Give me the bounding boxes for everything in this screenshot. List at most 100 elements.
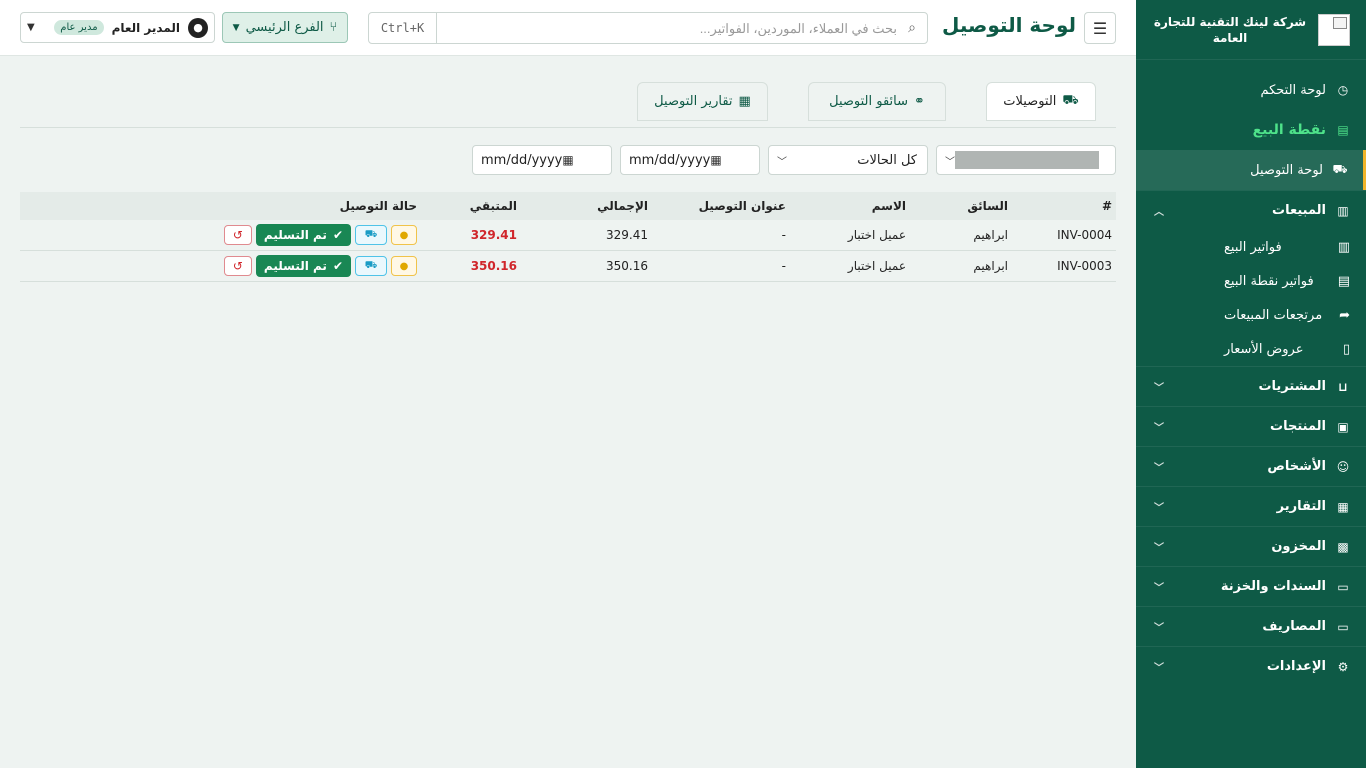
search-input[interactable] (437, 20, 897, 36)
column-header-remaining: المتبقي (469, 199, 517, 213)
sidebar-item-sales[interactable]: ▥ المبيعات ︿ (1136, 190, 1366, 230)
column-header-address: عنوان التوصيل (698, 199, 786, 213)
sidebar-item-settings[interactable]: ⚙ الإعدادات ﹀ (1136, 646, 1366, 686)
sidebar-item-pos[interactable]: ▤ نقطة البيع (1136, 110, 1366, 150)
tab-label: التوصيلات (1003, 94, 1057, 109)
sidebar-item-sales-invoices[interactable]: ▥ فواتير البيع (1136, 230, 1366, 264)
sidebar-item-quotations[interactable]: ▯ عروض الأسعار (1136, 332, 1366, 366)
driver-filter-select[interactable]: ﹀ (936, 145, 1116, 175)
cash-register-icon: ▤ (1337, 123, 1349, 137)
undo-button[interactable]: ↺ (223, 256, 252, 276)
caret-down-icon: ▼ (232, 22, 240, 33)
truck-icon: ⛟ (364, 228, 378, 240)
date-from-placeholder: mm/dd/yyyy (481, 152, 563, 168)
users-icon: ☺ (1336, 459, 1350, 474)
sidebar-item-delivery-board[interactable]: ⛟ لوحة التوصيل (1136, 150, 1366, 190)
undo-button[interactable]: ↺ (223, 225, 252, 245)
cart-icon: ⊔ (1338, 379, 1348, 394)
truck-fast-icon: ⛟ (1332, 162, 1348, 176)
clock-icon: ● (399, 229, 409, 241)
column-header-driver: السائق (967, 199, 1008, 213)
tab-delivery-drivers[interactable]: ⚭ سائقو التوصيل (808, 82, 946, 121)
undo-icon: ↺ (232, 259, 243, 273)
deliveries-table: # السائق الاسم عنوان التوصيل الإجمالي ال… (20, 192, 1116, 282)
date-to-field[interactable]: mm/dd/yyyy ▦ (620, 145, 760, 175)
search-shortcut-hint: Ctrl+K (369, 13, 437, 43)
driver-name: ابراهيم (973, 228, 1008, 242)
chevron-down-icon: ﹀ (1154, 463, 1164, 474)
invoice-number[interactable]: INV-0004 (1016, 228, 1116, 242)
chart-icon: ▦ (1337, 499, 1349, 514)
sidebar-item-label: السندات والخزنة (1220, 579, 1326, 594)
sidebar-item-people[interactable]: ☺ الأشخاص ﹀ (1136, 446, 1366, 486)
delivery-address: - (781, 228, 786, 242)
gear-icon: ⚙ (1337, 659, 1349, 674)
sidebar-item-label: فواتير البيع (1224, 239, 1282, 255)
chevron-down-icon: ﹀ (1154, 543, 1164, 554)
undo-icon: ↺ (232, 228, 243, 242)
hamburger-icon: ☰ (1092, 18, 1108, 38)
topbar: ☰ لوحة التوصيل ⌕ Ctrl+K ⑂ الفرع الرئيسي … (0, 0, 1136, 56)
caret-down-icon: ▼ (27, 22, 35, 33)
sidebar-item-vouchers[interactable]: ▭ السندات والخزنة ﹀ (1136, 566, 1366, 606)
sidebar-item-pos-invoices[interactable]: ▤ فواتير نقطة البيع (1136, 264, 1366, 298)
user-menu-button[interactable]: ● المدير العام مدير عام ▼ (20, 12, 215, 43)
sidebar-item-sales-returns[interactable]: ➦ مرتجعات المبيعات (1136, 298, 1366, 332)
status-filter-select[interactable]: كل الحالات ﹀ (768, 145, 928, 175)
pending-status-button[interactable]: ● (391, 256, 417, 276)
delivered-status-button[interactable]: ✔ تم التسليم (255, 224, 351, 246)
sidebar-item-label: المخزون (1271, 539, 1326, 554)
status-actions: ● ⛟ ✔ تم التسليم ↺ (20, 224, 421, 246)
page-title: لوحة التوصيل (942, 13, 1076, 37)
sidebar-item-products[interactable]: ▣ المنتجات ﹀ (1136, 406, 1366, 446)
tab-label: تقارير التوصيل (654, 94, 733, 109)
boxes-icon: ▩ (1337, 539, 1349, 554)
sidebar-item-inventory[interactable]: ▩ المخزون ﹀ (1136, 526, 1366, 566)
menu-toggle-button[interactable]: ☰ (1084, 12, 1116, 44)
cash-register-icon: ▤ (1337, 273, 1350, 289)
branch-icon: ⑂ (329, 20, 338, 35)
sidebar-item-reports[interactable]: ▦ التقارير ﹀ (1136, 486, 1366, 526)
total-amount: 329.41 (606, 228, 648, 242)
chevron-down-icon: ﹀ (945, 156, 955, 168)
remaining-amount: 350.16 (470, 259, 517, 273)
column-header-name: الاسم (871, 199, 906, 213)
delivered-status-button[interactable]: ✔ تم التسليم (255, 255, 351, 277)
tab-delivery-reports[interactable]: ▦ تقارير التوصيل (637, 82, 768, 121)
clock-icon: ● (399, 260, 409, 272)
user-role-badge: مدير عام (54, 20, 104, 35)
driver-filter-value (955, 151, 1099, 169)
branch-label: الفرع الرئيسي (245, 20, 324, 35)
share-icon: ➦ (1339, 307, 1350, 323)
column-header-status: حالة التوصيل (339, 199, 417, 213)
out-for-delivery-button[interactable]: ⛟ (355, 256, 387, 276)
out-for-delivery-button[interactable]: ⛟ (355, 225, 387, 245)
chevron-up-icon: ︿ (1154, 207, 1164, 218)
delivery-tabs: ⛟ التوصيلات ⚭ سائقو التوصيل ▦ تقارير الت… (20, 82, 1116, 128)
box-icon: ▣ (1337, 419, 1349, 434)
sidebar-item-label: المصاريف (1262, 619, 1326, 634)
sidebar-item-expenses[interactable]: ▭ المصاريف ﹀ (1136, 606, 1366, 646)
sidebar-item-dashboard[interactable]: ◷ لوحة التحكم (1136, 70, 1366, 110)
tab-deliveries[interactable]: ⛟ التوصيلات (986, 82, 1096, 121)
file-icon: ▯ (1342, 341, 1350, 357)
date-from-field[interactable]: mm/dd/yyyy ▦ (472, 145, 612, 175)
status-actions: ● ⛟ ✔ تم التسليم ↺ (20, 255, 421, 277)
status-label: تم التسليم (263, 228, 327, 242)
sidebar-item-label: التقارير (1276, 499, 1326, 514)
sidebar-item-label: الإعدادات (1266, 659, 1326, 674)
sidebar-item-purchases[interactable]: ⊔ المشتريات ﹀ (1136, 366, 1366, 406)
tab-label: سائقو التوصيل (829, 94, 909, 109)
sidebar-item-label: المنتجات (1270, 419, 1326, 434)
pending-status-button[interactable]: ● (391, 225, 417, 245)
sidebar-item-label: لوحة التحكم (1260, 82, 1326, 98)
branch-selector-button[interactable]: ⑂ الفرع الرئيسي ▼ (222, 12, 348, 43)
sidebar: شركة لينك التقنية للتجارة العامة ◷ لوحة … (1136, 0, 1366, 768)
brand[interactable]: شركة لينك التقنية للتجارة العامة (1136, 0, 1366, 60)
check-circle-icon: ✔ (332, 228, 343, 242)
invoice-number[interactable]: INV-0003 (1016, 259, 1116, 273)
chart-icon: ▦ (738, 94, 751, 109)
sidebar-item-label: المشتريات (1258, 379, 1326, 394)
sidebar-item-label: المبيعات (1272, 203, 1326, 218)
customer-name: عميل اختبار (847, 228, 906, 242)
